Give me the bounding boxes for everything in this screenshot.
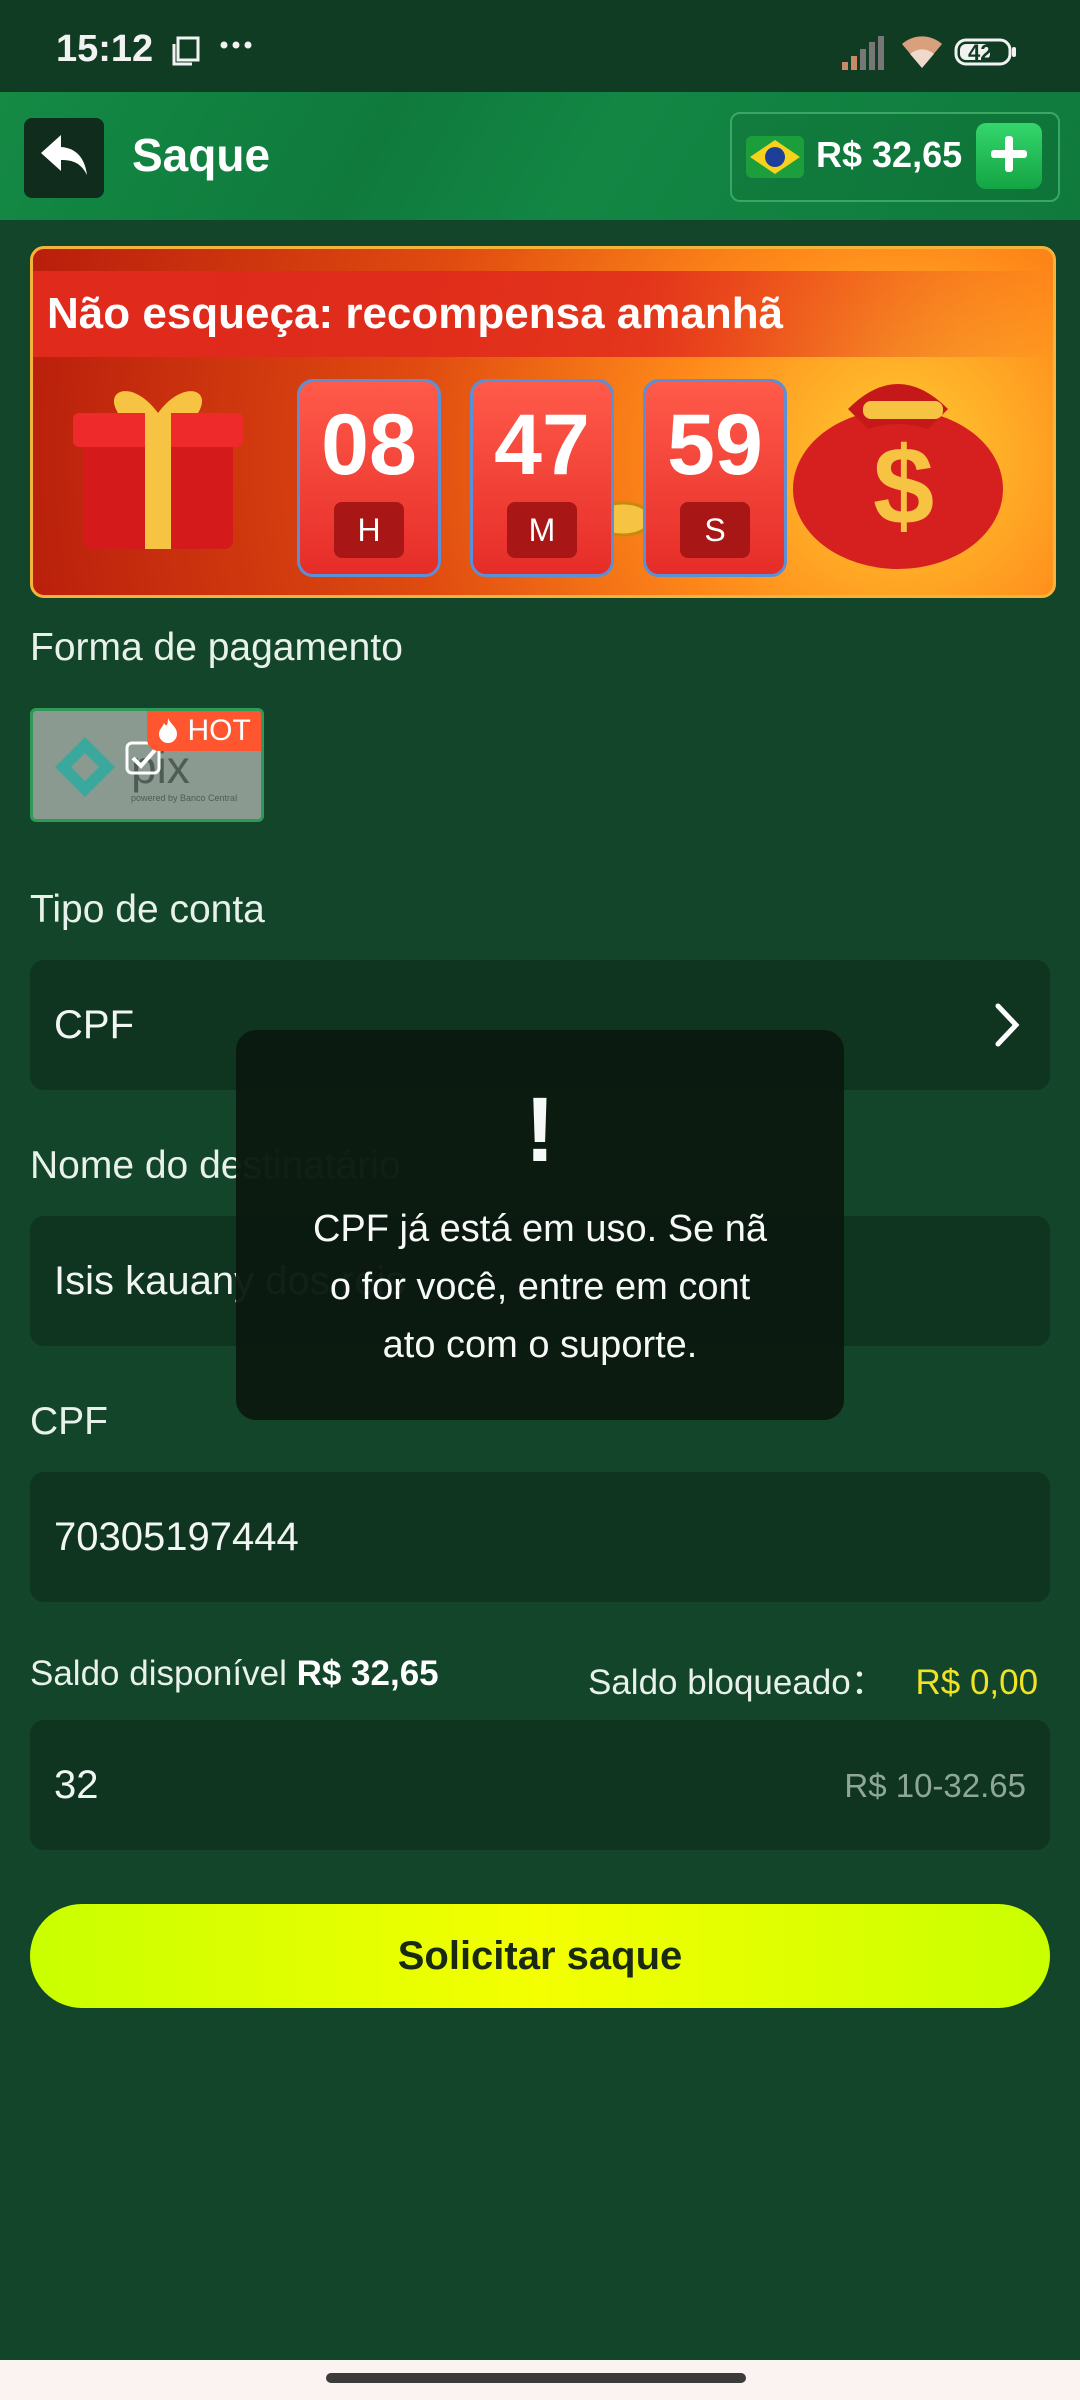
pix-payment-option[interactable]: pix powered by Banco Central HOT: [30, 708, 264, 822]
toast-line-3: ato com o suporte.: [382, 1324, 698, 1366]
back-arrow-icon: [37, 131, 91, 186]
banner-title: Não esqueça: recompensa amanhã: [47, 289, 784, 338]
request-withdraw-label: Solicitar saque: [397, 1933, 683, 1978]
balance-amount: R$ 32,65: [816, 134, 963, 175]
withdraw-amount-field[interactable]: 32 R$ 10-32.65: [30, 1720, 1050, 1850]
plus-icon: [989, 134, 1029, 179]
withdraw-amount-value: 32: [54, 1763, 99, 1807]
toast-line-1: CPF já está em uso. Se nã: [312, 1208, 768, 1250]
reward-banner[interactable]: $ Não esqueça: recompensa amanhã 08 H 47…: [30, 246, 1056, 598]
hot-badge: HOT: [147, 711, 261, 751]
blocked-balance-label: Saldo bloqueado：: [588, 1663, 886, 1702]
gesture-bar: [0, 2360, 1080, 2400]
timer-minutes-unit: M: [507, 502, 577, 558]
brazil-flag-icon: [746, 132, 804, 187]
status-time: 15:12: [56, 28, 154, 70]
cpf-value: 70305197444: [54, 1515, 299, 1559]
deposit-button[interactable]: [976, 123, 1042, 189]
timer-hours-unit: H: [334, 502, 404, 558]
status-bar: 15:12 42: [0, 0, 1080, 92]
cpf-field[interactable]: 70305197444: [30, 1472, 1050, 1602]
cpf-label: CPF: [30, 1400, 108, 1443]
available-balance-label: Saldo disponível: [30, 1654, 287, 1693]
hot-badge-text: HOT: [187, 714, 251, 747]
page-title: Saque: [132, 129, 271, 181]
chevron-right-icon: [992, 1002, 1022, 1053]
timer-hours: 08 H: [297, 379, 441, 577]
toast-line-2: o for você, entre em cont: [329, 1266, 751, 1308]
timer-hours-value: 08: [321, 397, 417, 493]
signal-icon: [840, 36, 886, 75]
timer-seconds: 59 S: [643, 379, 787, 577]
timer-minutes-value: 47: [494, 397, 590, 493]
screenshot-icon: [172, 36, 202, 71]
back-button[interactable]: [24, 118, 104, 198]
money-bag-icon: $: [778, 339, 1018, 574]
more-icon: [220, 38, 252, 57]
home-indicator[interactable]: [326, 2373, 746, 2383]
wifi-icon: [898, 32, 946, 75]
blocked-balance: Saldo bloqueado： R$ 0,00: [588, 1654, 1038, 1705]
available-balance-value: R$ 32,65: [296, 1654, 439, 1693]
timer-seconds-unit: S: [680, 502, 750, 558]
payment-method-label: Forma de pagamento: [30, 626, 403, 669]
account-type-value: CPF: [54, 1003, 134, 1047]
svg-text:$: $: [873, 425, 934, 548]
toast-message: CPF já está em uso. Se nã o for você, en…: [276, 1200, 804, 1374]
amount-range-hint: R$ 10-32.65: [844, 1767, 1026, 1804]
timer-minutes: 47 M: [470, 379, 614, 577]
fire-icon: [157, 714, 187, 747]
battery-level: 42: [968, 40, 993, 65]
exclamation-icon: !: [524, 1079, 556, 1181]
top-bar: Saque R$ 32,65: [0, 92, 1080, 220]
account-type-label: Tipo de conta: [30, 888, 265, 931]
error-toast: ! CPF já está em uso. Se nã o for você, …: [236, 1030, 844, 1420]
request-withdraw-button[interactable]: Solicitar saque: [30, 1904, 1050, 2008]
balance-widget[interactable]: R$ 32,65: [730, 112, 1060, 202]
svg-text:powered by Banco Central: powered by Banco Central: [131, 793, 237, 803]
blocked-balance-value: R$ 0,00: [915, 1663, 1039, 1702]
timer-seconds-value: 59: [667, 397, 763, 493]
gift-icon: [73, 369, 243, 564]
available-balance: Saldo disponível R$ 32,65: [30, 1654, 439, 1694]
